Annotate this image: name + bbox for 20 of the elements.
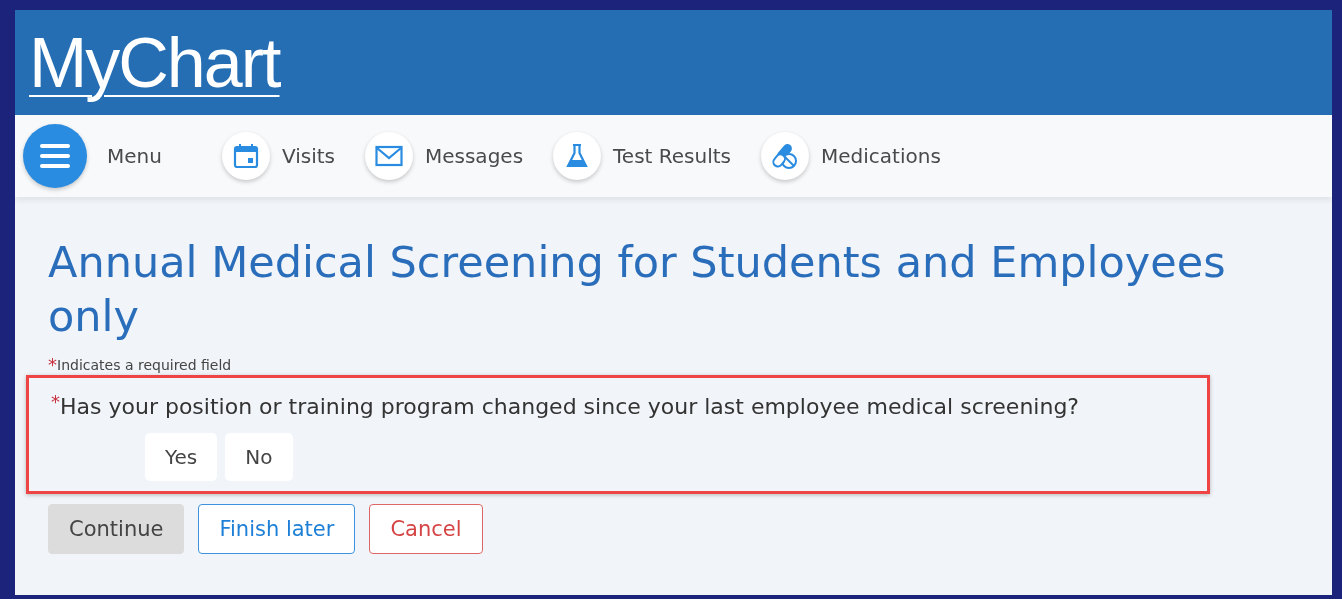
answer-option[interactable]: Yes (145, 433, 218, 481)
page-title: Annual Medical Screening for Students and Employees only (48, 236, 1227, 343)
required-mark: * (51, 394, 60, 410)
menu-icon (23, 124, 87, 188)
logo[interactable]: MyChart (29, 22, 280, 103)
flask-icon (553, 132, 602, 180)
answer-option[interactable]: No (225, 433, 293, 481)
nav-link[interactable]: Medications (761, 132, 941, 180)
required-note: Indicates a required field (57, 357, 232, 373)
required-mark: * (48, 357, 57, 373)
nav-link[interactable]: Messages (364, 132, 524, 180)
calendar-icon (221, 132, 270, 180)
nav-link[interactable]: Visits (221, 132, 335, 180)
nav-link[interactable]: Test Results (553, 132, 731, 180)
cancel-button[interactable]: Cancel (369, 504, 483, 554)
finish-later-button[interactable]: Finish later (198, 504, 356, 554)
pills-icon (761, 132, 809, 180)
question-text: Has your position or training program changed since your last employee medical screening? (60, 394, 1080, 419)
envelope-icon (364, 132, 413, 180)
nav-link[interactable]: Menu (23, 124, 162, 188)
